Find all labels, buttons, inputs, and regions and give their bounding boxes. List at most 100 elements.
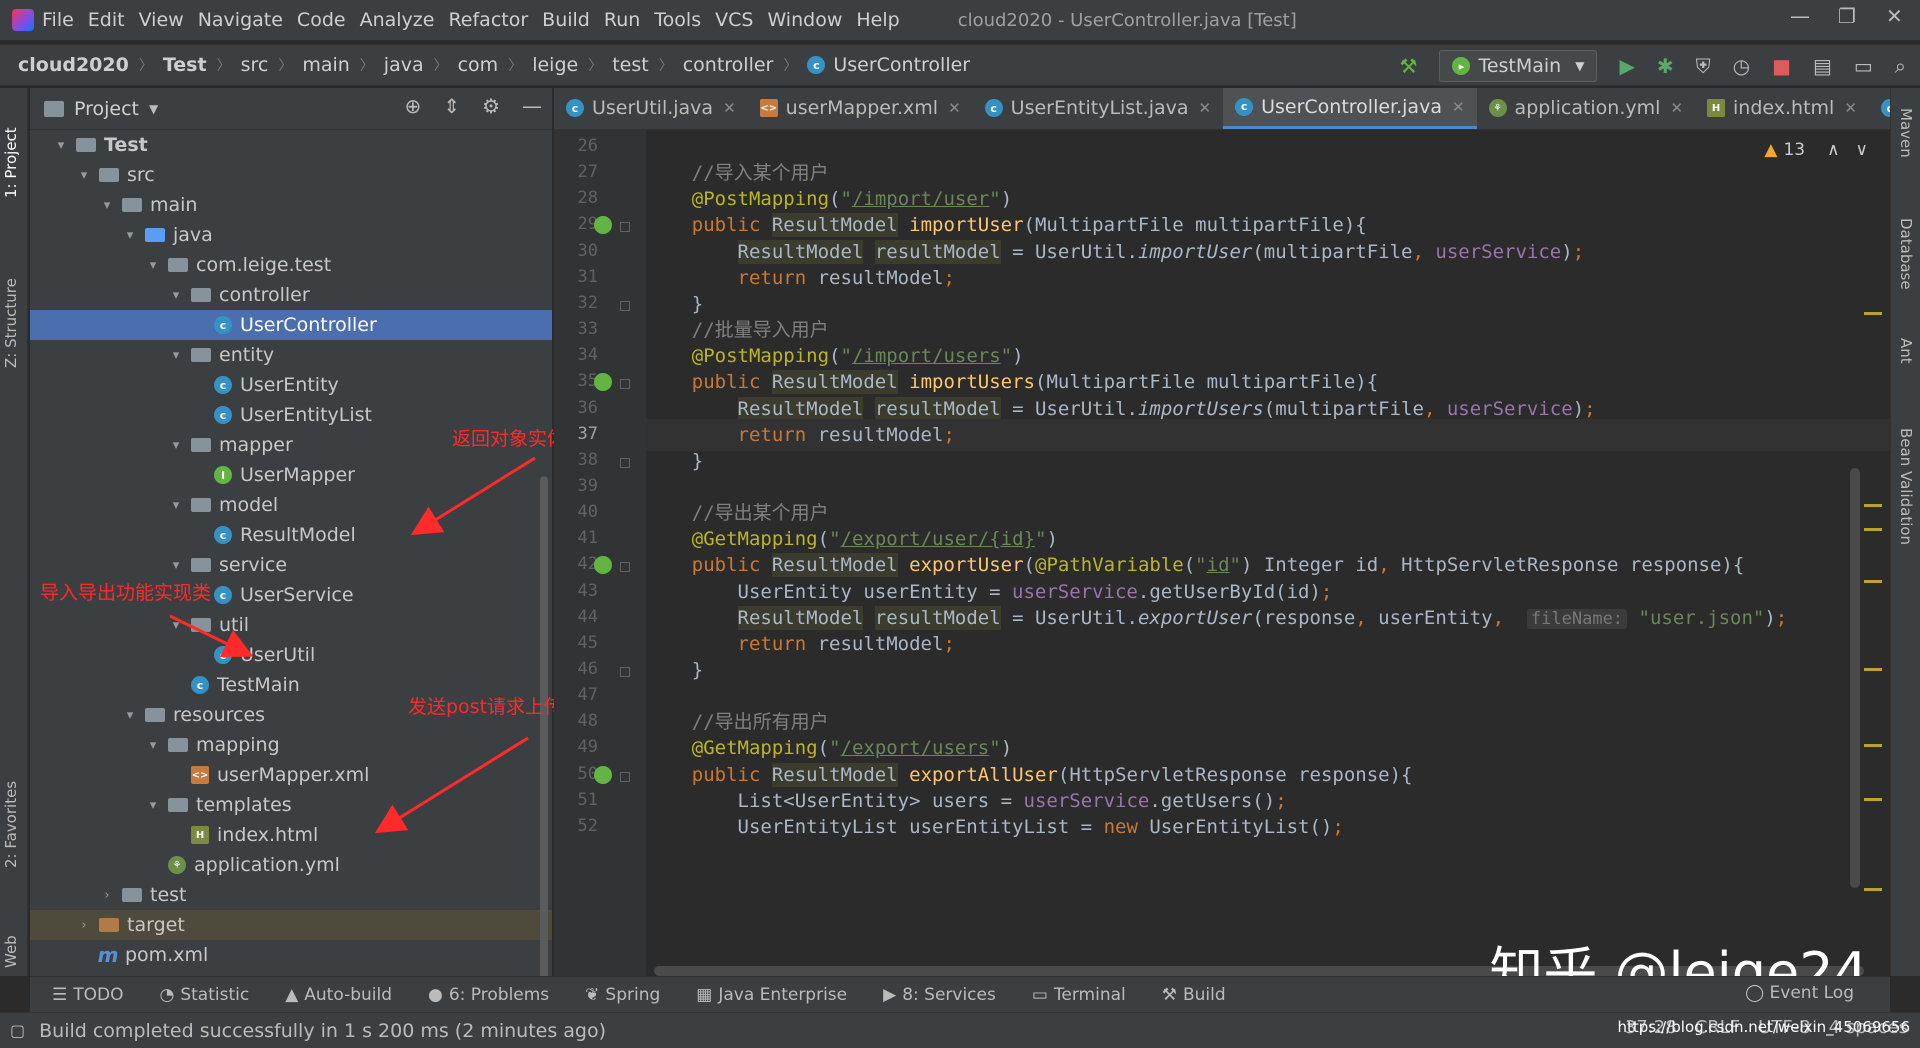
menu-tools[interactable]: Tools	[654, 9, 701, 31]
project-structure-icon[interactable]: ▤	[1813, 54, 1832, 78]
breadcrumb-item[interactable]: leige	[532, 54, 578, 76]
event-log-button[interactable]: ◯ Event Log	[1745, 983, 1854, 1003]
expand-arrow-icon[interactable]: ▾	[121, 228, 139, 243]
editor-vertical-scrollbar[interactable]	[1850, 468, 1860, 888]
tree-node-service[interactable]: ▾ service	[30, 550, 552, 580]
fold-marker-icon[interactable]	[620, 457, 630, 468]
tree-node-templates[interactable]: ▾ templates	[30, 790, 552, 820]
chevron-down-icon[interactable]: ▼	[149, 102, 158, 116]
next-highlight-icon[interactable]: ∨	[1856, 140, 1868, 160]
build-hammer-icon[interactable]: ⚒	[1400, 54, 1418, 78]
breadcrumb-item[interactable]: Test	[163, 54, 207, 76]
error-stripe-mark[interactable]	[1864, 580, 1882, 583]
coverage-icon[interactable]: ⛨	[1696, 54, 1711, 78]
breadcrumb-item[interactable]: controller	[683, 54, 774, 76]
fold-marker-icon[interactable]	[620, 771, 630, 782]
tab-usermapper-xml[interactable]: <> userMapper.xml ✕	[748, 88, 973, 129]
close-tab-icon[interactable]: ✕	[948, 99, 961, 117]
tree-node-usermapper[interactable]: I UserMapper	[30, 460, 552, 490]
toolwindow-java-enterprise[interactable]: ▦ Java Enterprise	[696, 985, 847, 1005]
menu-view[interactable]: View	[139, 9, 184, 31]
spring-bean-gutter-icon[interactable]	[594, 216, 612, 235]
close-tab-icon[interactable]: ✕	[1452, 98, 1465, 116]
breadcrumb-item[interactable]: UserController	[833, 54, 970, 76]
spring-bean-gutter-icon[interactable]	[594, 556, 612, 575]
breadcrumb-item[interactable]: src	[241, 54, 269, 76]
breadcrumb-item[interactable]: test	[612, 54, 649, 76]
collapsed-arrow-icon[interactable]: ›	[98, 888, 116, 903]
tab-structure[interactable]: Z: Structure	[2, 278, 20, 368]
tree-node-entity[interactable]: ▾ entity	[30, 340, 552, 370]
expand-arrow-icon[interactable]: ▾	[144, 258, 162, 273]
menu-analyze[interactable]: Analyze	[360, 9, 435, 31]
hide-panel-icon[interactable]: —	[522, 94, 542, 118]
tree-node-test[interactable]: › test	[30, 880, 552, 910]
menu-run[interactable]: Run	[604, 9, 640, 31]
expand-arrow-icon[interactable]: ▾	[167, 618, 185, 633]
fold-marker-icon[interactable]	[620, 379, 630, 390]
toolwindow-6-problems[interactable]: ● 6: Problems	[428, 985, 549, 1005]
tree-node-test[interactable]: ▾ Test	[30, 130, 552, 160]
tab-application-yml[interactable]: ⚘ application.yml ✕	[1477, 88, 1695, 129]
tab-usercontroller-java[interactable]: c UserController.java ✕	[1223, 88, 1477, 129]
tree-node-userentity[interactable]: c UserEntity	[30, 370, 552, 400]
tab-ant[interactable]: Ant	[1897, 338, 1915, 364]
tab-bean-validation[interactable]: Bean Validation	[1897, 428, 1915, 545]
expand-arrow-icon[interactable]: ▾	[167, 288, 185, 303]
collapsed-arrow-icon[interactable]: ›	[75, 918, 93, 933]
minimize-icon[interactable]: —	[1790, 4, 1810, 28]
tree-node-model[interactable]: ▾ model	[30, 490, 552, 520]
toolwindow-statistic[interactable]: ◔ Statistic	[160, 985, 250, 1005]
error-stripe-mark[interactable]	[1864, 528, 1882, 531]
project-panel-title[interactable]: Project	[74, 98, 139, 120]
tree-node-java[interactable]: ▾ java	[30, 220, 552, 250]
close-window-icon[interactable]: ✕	[1886, 4, 1903, 28]
tree-node-usermapper-xml[interactable]: <> userMapper.xml	[30, 760, 552, 790]
expand-arrow-icon[interactable]: ▾	[98, 198, 116, 213]
tab-index-html[interactable]: Hindex.html ✕	[1695, 88, 1869, 129]
tree-node-mapping[interactable]: ▾ mapping	[30, 730, 552, 760]
expand-arrow-icon[interactable]: ▾	[144, 738, 162, 753]
run-configuration-select[interactable]: ▸ TestMain ▼	[1439, 50, 1598, 82]
menu-help[interactable]: Help	[856, 9, 899, 31]
expand-arrow-icon[interactable]: ▾	[121, 708, 139, 723]
expand-arrow-icon[interactable]: ▾	[167, 348, 185, 363]
breadcrumb-item[interactable]: java	[384, 54, 424, 76]
locate-icon[interactable]: ⊕	[405, 94, 422, 118]
menu-vcs[interactable]: VCS	[715, 9, 753, 31]
tab-project[interactable]: 1: Project	[2, 127, 20, 198]
toggle-tool-windows-icon[interactable]: ▢	[10, 1021, 25, 1040]
error-stripe-mark[interactable]	[1864, 312, 1882, 315]
tab-web[interactable]: Web	[2, 935, 20, 968]
breadcrumb-item[interactable]: main	[302, 54, 349, 76]
tree-node-target[interactable]: › target	[30, 910, 552, 940]
tree-node-pom-xml[interactable]: m pom.xml	[30, 940, 552, 970]
error-stripe-mark[interactable]	[1864, 668, 1882, 671]
expand-arrow-icon[interactable]: ▾	[144, 798, 162, 813]
terminal-toolbar-icon[interactable]: ▭	[1854, 54, 1873, 78]
inspection-widget[interactable]: ▲ 13 ∧ ∨	[1764, 140, 1868, 160]
stop-icon[interactable]: ■	[1772, 54, 1791, 78]
toolwindow-build[interactable]: ⚒ Build	[1162, 985, 1226, 1005]
toolwindow-terminal[interactable]: ▭ Terminal	[1032, 985, 1126, 1005]
profile-icon[interactable]: ◷	[1733, 54, 1750, 78]
toolwindow-todo[interactable]: ☰ TODO	[52, 985, 124, 1005]
toolwindow-spring[interactable]: ❦ Spring	[585, 985, 660, 1005]
gear-icon[interactable]: ⚙	[482, 94, 500, 118]
tab-use[interactable]: cUse∨	[1869, 88, 1890, 129]
expand-arrow-icon[interactable]: ▾	[167, 438, 185, 453]
spring-bean-gutter-icon[interactable]	[594, 373, 612, 392]
close-tab-icon[interactable]: ✕	[1844, 99, 1857, 117]
restore-icon[interactable]: ❐	[1838, 4, 1856, 28]
tree-node-usercontroller[interactable]: c UserController	[30, 310, 552, 340]
menu-build[interactable]: Build	[542, 9, 590, 31]
tab-database[interactable]: Database	[1897, 218, 1915, 290]
menu-code[interactable]: Code	[297, 9, 346, 31]
fold-marker-icon[interactable]	[620, 562, 630, 573]
expand-arrow-icon[interactable]: ▾	[167, 558, 185, 573]
toolwindow-8-services[interactable]: ▶ 8: Services	[883, 985, 996, 1005]
search-icon[interactable]: ⌕	[1895, 54, 1906, 78]
error-stripe-mark[interactable]	[1864, 504, 1882, 507]
tab-userutil-java[interactable]: c UserUtil.java ✕	[554, 88, 748, 129]
tab-maven[interactable]: Maven	[1897, 108, 1915, 158]
